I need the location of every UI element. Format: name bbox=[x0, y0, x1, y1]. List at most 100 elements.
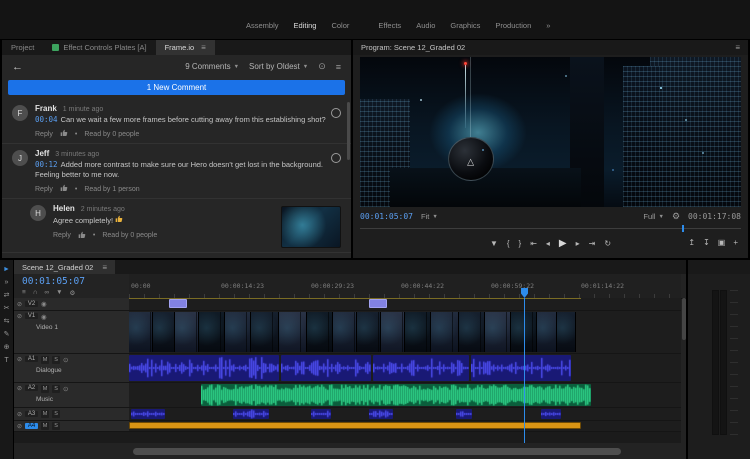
video-clip[interactable] bbox=[129, 312, 153, 352]
timeline-horizontal-scrollbar[interactable] bbox=[133, 448, 621, 455]
video-clip[interactable] bbox=[279, 312, 307, 352]
timeline-settings-icon[interactable]: ⚙ bbox=[70, 289, 76, 297]
solo-button[interactable]: S bbox=[52, 385, 60, 393]
audio-clip[interactable] bbox=[456, 409, 472, 419]
video-clip[interactable] bbox=[381, 312, 405, 352]
back-arrow-icon[interactable]: ← bbox=[12, 61, 23, 73]
track-lock-icon[interactable]: ⊘ bbox=[17, 385, 22, 392]
audio-clip[interactable] bbox=[129, 355, 279, 381]
razor-tool[interactable]: ✂ bbox=[4, 305, 10, 312]
timeline-vertical-scrollbar[interactable] bbox=[682, 298, 686, 340]
mute-button[interactable]: M bbox=[41, 385, 49, 393]
scrub-playhead[interactable] bbox=[682, 225, 684, 232]
reply-button[interactable]: Reply bbox=[53, 232, 71, 239]
go-to-in-icon[interactable]: ⇤ bbox=[530, 239, 537, 248]
program-timecode[interactable]: 00:01:05:07 bbox=[360, 212, 413, 221]
reply-button[interactable]: Reply bbox=[35, 131, 53, 138]
sort-dropdown[interactable]: Sort by Oldest ▼ bbox=[249, 62, 308, 71]
track-lock-icon[interactable]: ⊘ bbox=[17, 356, 22, 363]
pen-tool[interactable]: ✎ bbox=[4, 331, 10, 338]
panel-tab-project[interactable]: Project bbox=[2, 40, 43, 55]
panel-menu-icon[interactable]: ≡ bbox=[735, 43, 740, 52]
like-button[interactable] bbox=[60, 129, 68, 139]
mute-button[interactable]: M bbox=[41, 356, 49, 364]
playhead-marker[interactable] bbox=[521, 288, 528, 298]
audio-clip[interactable] bbox=[369, 409, 393, 419]
comments-scrollbar[interactable] bbox=[347, 102, 350, 160]
panel-menu-icon[interactable]: ≡ bbox=[336, 62, 341, 72]
track-lock-icon[interactable]: ⊘ bbox=[17, 313, 22, 320]
panel-menu-icon[interactable]: ≡ bbox=[201, 43, 206, 52]
video-clip[interactable] bbox=[357, 312, 381, 352]
step-back-icon[interactable]: ◂ bbox=[546, 239, 550, 248]
mute-button[interactable]: M bbox=[41, 422, 49, 430]
comment-thumbnail[interactable] bbox=[281, 206, 341, 248]
video-clip[interactable] bbox=[459, 312, 485, 352]
workspace-tab-editing[interactable]: Editing bbox=[294, 21, 317, 30]
audio-clip[interactable] bbox=[131, 409, 165, 419]
source-badge-a1[interactable]: A1 bbox=[25, 356, 38, 362]
like-button[interactable] bbox=[60, 184, 68, 194]
audio-clip[interactable] bbox=[373, 355, 469, 381]
settings-wrench-icon[interactable]: ⚙ bbox=[672, 211, 680, 222]
video-clip[interactable] bbox=[405, 312, 431, 352]
solo-button[interactable]: S bbox=[52, 422, 60, 430]
export-frame-icon[interactable]: ▣ bbox=[718, 238, 726, 247]
workspace-tab-audio[interactable]: Audio bbox=[416, 21, 435, 30]
source-badge-v2[interactable]: V2 bbox=[25, 301, 38, 307]
panel-menu-icon[interactable]: ≡ bbox=[102, 263, 107, 272]
program-tab-label[interactable]: Program: Scene 12_Graded 02 bbox=[361, 43, 465, 52]
sequence-menu-icon[interactable]: ≡ bbox=[22, 289, 26, 297]
sequence-tab[interactable]: Scene 12_Graded 02 ≡ bbox=[14, 260, 115, 274]
solo-button[interactable]: S bbox=[52, 410, 60, 418]
workspace-tab-production[interactable]: Production bbox=[495, 21, 531, 30]
track-select-forward-tool[interactable]: » bbox=[5, 279, 9, 286]
snap-icon[interactable]: ∩ bbox=[33, 289, 38, 297]
add-marker-icon[interactable]: ▼ bbox=[56, 289, 62, 297]
workspace-tab-tab[interactable]: » bbox=[546, 21, 550, 30]
button-editor-icon[interactable]: + bbox=[733, 238, 738, 247]
reply-button[interactable]: Reply bbox=[35, 186, 53, 193]
comment-timecode-link[interactable]: 00:12 bbox=[35, 160, 58, 169]
play-icon[interactable]: ▶ bbox=[559, 238, 567, 249]
timeline-timecode[interactable]: 00:01:05:07 bbox=[22, 276, 85, 287]
comment-timecode-link[interactable]: 00:04 bbox=[35, 115, 58, 124]
slip-tool[interactable]: ⇆ bbox=[4, 318, 10, 325]
video-clip[interactable] bbox=[557, 312, 576, 352]
audio-clip[interactable] bbox=[311, 409, 331, 419]
video-preview[interactable]: △ bbox=[360, 57, 741, 207]
step-forward-icon[interactable]: ▸ bbox=[576, 239, 580, 248]
toggle-track-output-icon[interactable]: ◉ bbox=[41, 313, 47, 321]
type-tool[interactable]: T bbox=[4, 357, 8, 364]
mic-icon[interactable]: ⊙ bbox=[63, 356, 68, 364]
hand-tool[interactable]: ⊕ bbox=[4, 344, 10, 351]
program-scrub-bar[interactable] bbox=[360, 225, 741, 232]
graphic-clip[interactable] bbox=[369, 299, 387, 308]
mute-button[interactable]: M bbox=[41, 410, 49, 418]
audio-clip[interactable] bbox=[541, 409, 561, 419]
panel-tab-frame-io[interactable]: Frame.io≡ bbox=[156, 40, 215, 55]
audio-clip[interactable] bbox=[233, 409, 269, 419]
selection-tool[interactable]: ► bbox=[3, 266, 10, 273]
audio-clip[interactable] bbox=[201, 384, 591, 406]
timeline-playhead[interactable] bbox=[524, 298, 525, 443]
audio-clip-collapsed[interactable] bbox=[129, 422, 581, 429]
video-clip[interactable] bbox=[485, 312, 511, 352]
video-clip[interactable] bbox=[537, 312, 557, 352]
mic-icon[interactable]: ⊙ bbox=[63, 385, 68, 393]
extract-icon[interactable]: ↧ bbox=[703, 238, 710, 247]
go-to-out-icon[interactable]: ⇥ bbox=[589, 239, 596, 248]
audio-clip[interactable] bbox=[281, 355, 371, 381]
ripple-edit-tool[interactable]: ⇄ bbox=[4, 292, 10, 299]
filter-icon[interactable]: ⊙ bbox=[318, 61, 326, 72]
mark-in-icon[interactable]: { bbox=[507, 239, 510, 248]
linked-selection-icon[interactable]: ∞ bbox=[44, 289, 49, 297]
solo-button[interactable]: S bbox=[52, 356, 60, 364]
source-badge-a4[interactable]: A4 bbox=[25, 423, 38, 429]
video-clip[interactable] bbox=[199, 312, 225, 352]
workspace-tab-effects[interactable]: Effects bbox=[378, 21, 401, 30]
comments-count-dropdown[interactable]: 9 Comments ▼ bbox=[185, 62, 239, 71]
source-badge-a3[interactable]: A3 bbox=[25, 411, 38, 417]
add-marker-icon[interactable]: ▼ bbox=[490, 239, 498, 248]
workspace-tab-assembly[interactable]: Assembly bbox=[246, 21, 279, 30]
